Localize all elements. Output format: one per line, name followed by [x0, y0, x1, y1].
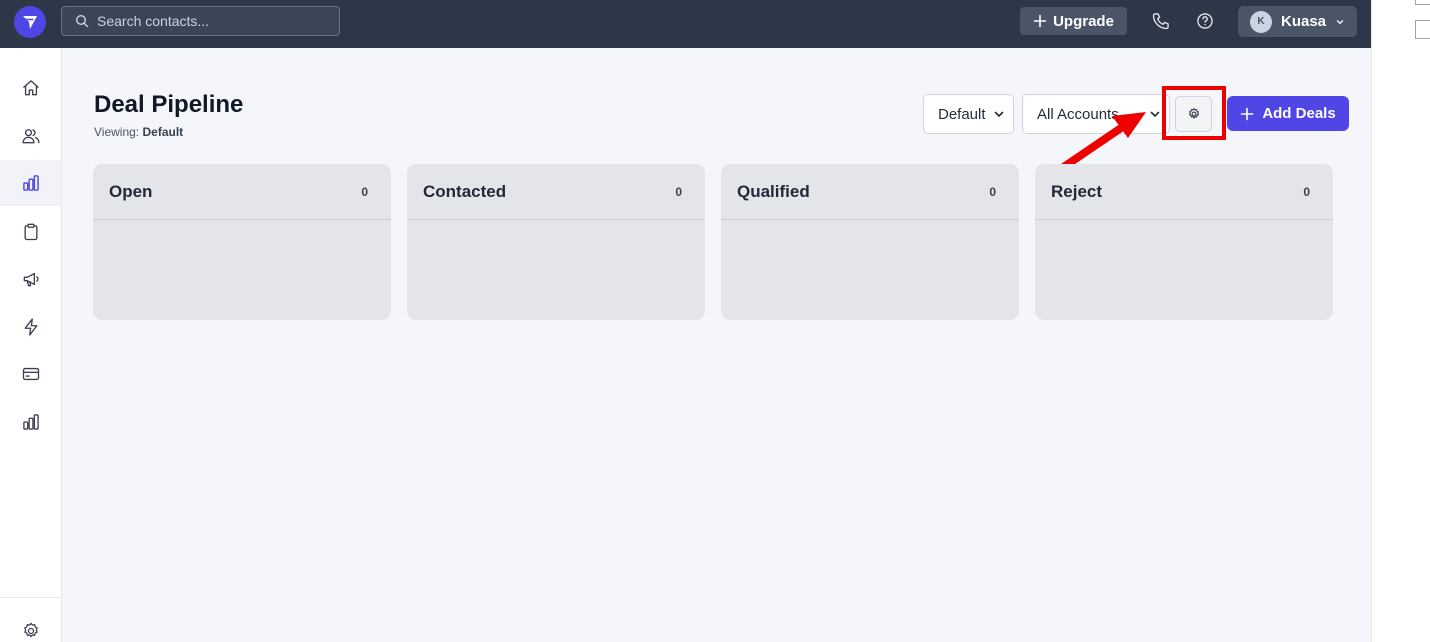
- chevron-down-icon: [1336, 19, 1344, 24]
- page-title: Deal Pipeline: [94, 91, 244, 118]
- search-bar[interactable]: [61, 6, 340, 36]
- bar-chart-icon: [22, 175, 39, 191]
- app-logo[interactable]: [14, 6, 46, 38]
- chevron-down-icon: [994, 111, 1004, 118]
- sidebar-item-deals[interactable]: [0, 160, 61, 206]
- sidebar-item-contacts[interactable]: [0, 113, 61, 159]
- accounts-select-value: All Accounts: [1037, 105, 1119, 123]
- main-content: Deal Pipeline Viewing: Default Default A…: [62, 48, 1371, 642]
- stage-count: 0: [361, 184, 368, 199]
- users-icon: [21, 129, 40, 144]
- sidebar-item-settings[interactable]: [0, 608, 61, 642]
- stage-column-reject: Reject 0: [1035, 164, 1333, 320]
- accounts-select[interactable]: All Accounts: [1022, 94, 1170, 134]
- stage-count: 0: [675, 184, 682, 199]
- stage-name: Reject: [1051, 181, 1103, 201]
- help-icon: [1197, 13, 1213, 29]
- pipeline-select-value: Default: [938, 105, 986, 123]
- add-deals-label: Add Deals: [1262, 105, 1336, 122]
- stage-header: Contacted 0: [407, 164, 705, 220]
- bar-chart-icon: [22, 414, 39, 430]
- sidebar-item-reports[interactable]: [0, 399, 61, 445]
- search-icon: [75, 14, 89, 28]
- viewing-value: Default: [142, 125, 184, 139]
- edge-control[interactable]: [1415, 20, 1430, 39]
- chevron-down-icon: [1150, 111, 1160, 118]
- add-deals-button[interactable]: Add Deals: [1227, 96, 1349, 131]
- sidebar-item-tasks[interactable]: [0, 209, 61, 255]
- stage-header: Qualified 0: [721, 164, 1019, 220]
- sidebar-item-home[interactable]: [0, 65, 61, 111]
- highlight-box: [1162, 86, 1226, 140]
- sidebar-item-automations[interactable]: [0, 304, 61, 350]
- viewing-label: Viewing:: [94, 125, 140, 139]
- stage-header: Reject 0: [1035, 164, 1333, 220]
- viewing-info: Viewing: Default: [94, 125, 183, 139]
- user-name: Kuasa: [1281, 13, 1327, 30]
- stage-count: 0: [989, 184, 996, 199]
- edge-control[interactable]: [1415, 0, 1430, 5]
- clipboard-icon: [24, 223, 37, 241]
- plus-icon: [1033, 14, 1047, 28]
- home-icon: [22, 80, 39, 96]
- sidebar-divider: [0, 597, 61, 598]
- user-menu-button[interactable]: K Kuasa: [1238, 6, 1357, 37]
- gear-icon: [23, 622, 38, 638]
- stage-name: Open: [109, 181, 153, 201]
- credit-card-icon: [22, 367, 39, 381]
- stage-count: 0: [1303, 184, 1310, 199]
- sidebar-item-billing[interactable]: [0, 351, 61, 397]
- logo-icon: [23, 16, 37, 29]
- plus-icon: [1241, 107, 1254, 120]
- stage-column-contacted: Contacted 0: [407, 164, 705, 320]
- right-edge-panel: [1371, 0, 1430, 642]
- phone-button[interactable]: [1150, 10, 1172, 32]
- search-input[interactable]: [97, 13, 327, 29]
- stage-column-qualified: Qualified 0: [721, 164, 1019, 320]
- sidebar: [0, 48, 62, 642]
- phone-icon: [1152, 13, 1169, 30]
- stage-name: Qualified: [737, 181, 810, 201]
- sidebar-item-campaigns[interactable]: [0, 256, 61, 302]
- pipeline-select[interactable]: Default: [923, 94, 1014, 134]
- help-button[interactable]: [1194, 10, 1216, 32]
- upgrade-label: Upgrade: [1053, 12, 1114, 30]
- megaphone-icon: [23, 272, 39, 287]
- upgrade-button[interactable]: Upgrade: [1020, 7, 1127, 35]
- lightning-icon: [24, 318, 37, 336]
- avatar: K: [1250, 10, 1272, 33]
- stage-header: Open 0: [93, 164, 391, 220]
- top-bar: Upgrade K Kuasa: [0, 0, 1371, 48]
- stage-column-open: Open 0: [93, 164, 391, 320]
- stage-name: Contacted: [423, 181, 507, 201]
